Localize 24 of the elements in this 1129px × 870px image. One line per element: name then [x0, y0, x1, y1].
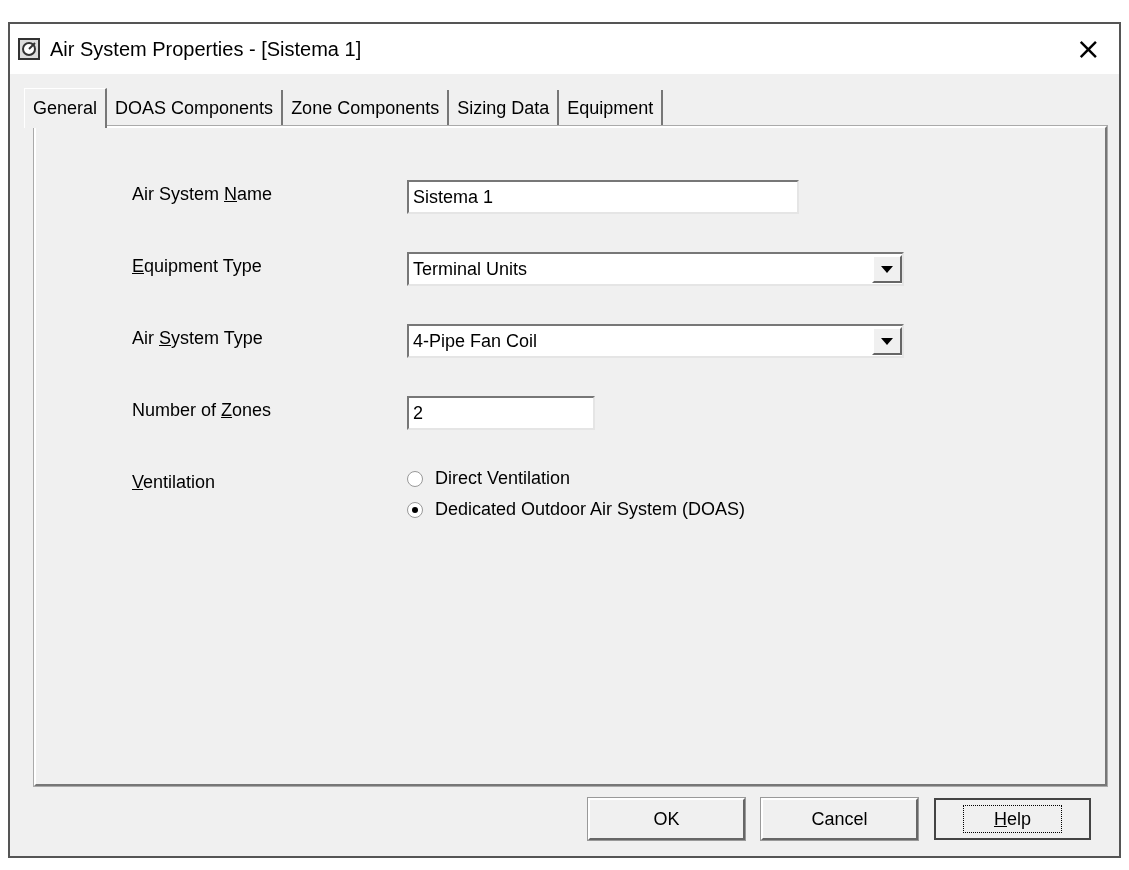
- radio-button[interactable]: [407, 470, 423, 487]
- dropdown-button[interactable]: [872, 255, 902, 283]
- caret-icon: [881, 265, 893, 273]
- field-label: Air System Name: [132, 183, 274, 205]
- field-label: Equipment Type: [132, 255, 263, 277]
- field-label: Air System Type: [132, 327, 264, 349]
- dropdown-button[interactable]: [872, 327, 902, 355]
- dropdown[interactable]: 4-Pipe Fan Coil: [407, 324, 904, 358]
- dialog-button[interactable]: Cancel: [761, 798, 918, 840]
- input-field[interactable]: Sistema 1: [407, 180, 799, 214]
- tab[interactable]: General: [24, 88, 108, 128]
- dropdown[interactable]: Terminal Units: [407, 252, 904, 286]
- dialog-button[interactable]: Help: [934, 798, 1091, 840]
- radio-button[interactable]: [407, 501, 423, 518]
- field-label: Ventilation: [132, 471, 217, 493]
- caret-icon: [881, 337, 893, 345]
- radio-option[interactable]: Dedicated Outdoor Air System (DOAS): [407, 499, 746, 520]
- window-title: Air System Properties - [Sistema 1]: [50, 37, 363, 61]
- radio-option[interactable]: Direct Ventilation: [407, 468, 746, 489]
- app-icon: [18, 38, 40, 60]
- dialog-button[interactable]: OK: [588, 798, 745, 840]
- field-label: Number of Zones: [132, 399, 273, 421]
- close-button[interactable]: ×: [1071, 34, 1105, 64]
- input-field[interactable]: 2: [407, 396, 595, 430]
